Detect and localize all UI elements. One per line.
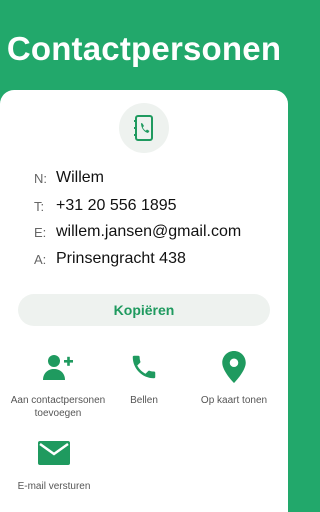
map-action[interactable]: Op kaart tonen bbox=[179, 350, 289, 407]
phone-icon bbox=[129, 350, 159, 384]
map-pin-icon bbox=[221, 350, 247, 384]
field-key: T: bbox=[34, 198, 45, 214]
contact-email: willem.jansen@gmail.com bbox=[56, 223, 242, 240]
contact-book-icon bbox=[119, 103, 169, 153]
field-email: E: willem.jansen@gmail.com bbox=[34, 221, 241, 243]
copy-button[interactable]: Kopiëren bbox=[18, 294, 270, 326]
field-address: A: Prinsengracht 438 bbox=[34, 248, 186, 270]
field-name: N: Willem bbox=[34, 167, 104, 189]
field-phone: T: +31 20 556 1895 bbox=[34, 195, 177, 217]
email-action[interactable]: E-mail versturen bbox=[0, 436, 109, 493]
mail-icon bbox=[37, 436, 71, 470]
contact-name: Willem bbox=[56, 169, 104, 186]
page-title: Contactpersonen bbox=[6, 30, 282, 67]
field-key: N: bbox=[34, 170, 47, 186]
contact-card: N: Willem T: +31 20 556 1895 E: willem.j… bbox=[0, 90, 288, 512]
field-key: E: bbox=[34, 224, 47, 240]
action-label: Op kaart tonen bbox=[200, 395, 268, 406]
contact-address: Prinsengracht 438 bbox=[56, 250, 186, 267]
contact-phone: +31 20 556 1895 bbox=[56, 197, 177, 214]
app-header: Contactpersonen bbox=[0, 0, 288, 100]
action-label: Bellen bbox=[130, 395, 158, 406]
field-key: A: bbox=[34, 251, 47, 267]
add-contact-icon bbox=[42, 350, 74, 384]
action-label: E-mail versturen bbox=[17, 481, 91, 492]
